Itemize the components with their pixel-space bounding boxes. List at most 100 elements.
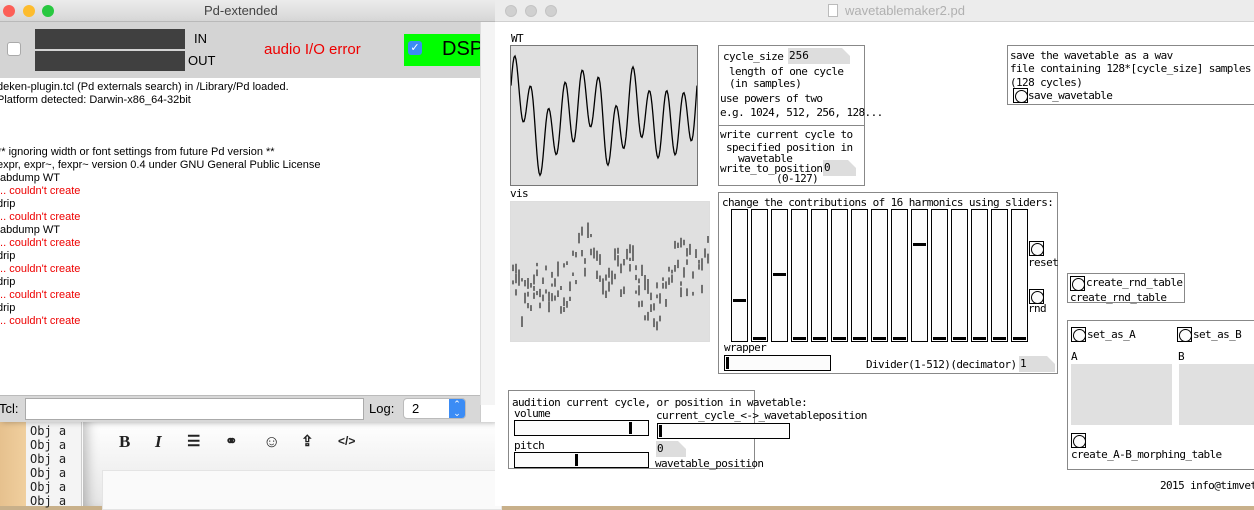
slider-knob[interactable] <box>933 337 946 340</box>
write-to-position-number[interactable]: 0 <box>823 160 856 176</box>
divider-number[interactable]: 1 <box>1019 356 1055 372</box>
wavetable-position-number[interactable]: 0 <box>656 441 686 457</box>
pitch-label: pitch <box>514 439 545 452</box>
reset-label: reset <box>1028 256 1059 269</box>
harmonic-slider-3[interactable] <box>771 209 788 342</box>
harmonic-slider-9[interactable] <box>891 209 908 342</box>
obj-line: Obj a <box>30 438 67 452</box>
italic-icon[interactable]: I <box>155 432 162 452</box>
tcl-input[interactable] <box>25 398 364 420</box>
background-obj-list: Obj a Obj a Obj a Obj a Obj a Obj a <box>26 422 82 508</box>
slider-knob[interactable] <box>893 337 906 340</box>
slider-knob[interactable] <box>833 337 846 340</box>
slider-knob[interactable] <box>628 422 632 434</box>
pitch-slider[interactable] <box>514 452 649 468</box>
resize-grip-icon[interactable] <box>480 405 495 422</box>
background-editor: B I ☰ ⚭ ☺ ⇪ </> <box>83 422 502 510</box>
harmonic-slider-6[interactable] <box>831 209 848 342</box>
console-line: ... couldn't create <box>0 289 81 301</box>
slider-knob[interactable] <box>813 337 826 340</box>
vis-plot <box>512 222 709 331</box>
emoji-icon[interactable]: ☺ <box>263 432 280 452</box>
position-slider[interactable] <box>657 423 790 439</box>
in-label: IN <box>194 31 207 46</box>
harmonic-slider-11[interactable] <box>931 209 948 342</box>
audio-meter-checkbox[interactable] <box>7 42 21 56</box>
close-button[interactable] <box>3 5 15 17</box>
harmonic-slider-8[interactable] <box>871 209 888 342</box>
console-log: deken-plugin.tcl (Pd externals search) i… <box>0 78 480 395</box>
harmonic-slider-10[interactable] <box>911 209 928 342</box>
slider-knob[interactable] <box>973 337 986 340</box>
console-line: drip <box>0 276 16 288</box>
harmonic-slider-12[interactable] <box>951 209 968 342</box>
harmonic-slider-5[interactable] <box>811 209 828 342</box>
select-arrows-icon: ⌃ ⌄ <box>449 399 465 418</box>
minimize-button[interactable] <box>525 5 537 17</box>
reset-bang[interactable] <box>1029 241 1044 256</box>
set-as-a-label: set_as_A <box>1087 328 1136 341</box>
slider-knob[interactable] <box>793 337 806 340</box>
editor-textarea[interactable] <box>102 470 502 510</box>
slider-knob[interactable] <box>953 337 966 340</box>
console-line: drip <box>0 302 16 314</box>
console-line: drip <box>0 198 16 210</box>
console-line: Platform detected: Darwin-x86_64-32bit <box>0 94 191 106</box>
code-icon[interactable]: </> <box>338 434 355 448</box>
log-level-select[interactable]: 2 ⌃ ⌄ <box>403 398 466 419</box>
link-icon[interactable]: ⚭ <box>225 432 238 450</box>
slider-knob[interactable] <box>993 337 1006 340</box>
save-wavetable-bang[interactable] <box>1013 88 1028 103</box>
volume-slider[interactable] <box>514 420 649 436</box>
set-as-b-bang[interactable] <box>1177 327 1192 342</box>
close-button[interactable] <box>505 5 517 17</box>
slider-knob[interactable] <box>913 242 926 246</box>
wrapper-slider[interactable] <box>724 355 831 371</box>
slider-knob[interactable] <box>773 272 786 276</box>
create-morph-bang[interactable] <box>1071 433 1086 448</box>
harmonic-slider-14[interactable] <box>991 209 1008 342</box>
zoom-button[interactable] <box>42 5 54 17</box>
console-line: ... couldn't create <box>0 185 81 197</box>
slider-knob[interactable] <box>853 337 866 340</box>
console-scrollbar[interactable] <box>480 22 495 422</box>
zoom-button[interactable] <box>545 5 557 17</box>
cycle-size-panel: cycle_size 256 length of one cycle (in s… <box>718 45 883 126</box>
harmonic-slider-2[interactable] <box>751 209 768 342</box>
pd-main-window: Pd-extended IN OUT audio I/O error ✓ DSP… <box>0 0 495 422</box>
cycle-desc: use powers of two <box>720 92 823 105</box>
harmonic-slider-4[interactable] <box>791 209 808 342</box>
rnd-table-panel: create_rnd_table create_rnd_table <box>1067 273 1185 304</box>
dsp-toggle[interactable]: ✓ DSP <box>404 34 483 66</box>
dsp-checkbox-check-icon[interactable]: ✓ <box>408 41 422 55</box>
slider-knob[interactable] <box>733 299 746 303</box>
bold-icon[interactable]: B <box>119 432 130 452</box>
console-line: drip <box>0 250 16 262</box>
vis-graph[interactable] <box>510 201 710 342</box>
harmonic-slider-7[interactable] <box>851 209 868 342</box>
upload-icon[interactable]: ⇪ <box>301 432 314 450</box>
slider-knob[interactable] <box>753 337 766 340</box>
harmonic-slider-15[interactable] <box>1011 209 1028 342</box>
console-line: ** ignoring width or font settings from … <box>0 146 275 158</box>
table-a-graph[interactable] <box>1071 364 1172 425</box>
slider-knob[interactable] <box>726 357 729 369</box>
slider-knob[interactable] <box>574 454 578 466</box>
slider-knob[interactable] <box>1013 337 1026 340</box>
set-as-a-bang[interactable] <box>1071 327 1086 342</box>
footer-credit: 2015 info@timvet <box>1160 479 1254 492</box>
log-label: Log: <box>369 401 395 416</box>
slider-knob[interactable] <box>659 425 662 437</box>
a-label: A <box>1071 350 1078 363</box>
audio-error-text: audio I/O error <box>264 41 361 58</box>
cycle-size-number[interactable]: 256 <box>788 48 850 64</box>
table-b-graph[interactable] <box>1179 364 1254 425</box>
create-rnd-table-bang[interactable] <box>1070 276 1085 291</box>
minimize-button[interactable] <box>23 5 35 17</box>
list-icon[interactable]: ☰ <box>187 432 200 450</box>
harmonic-slider-1[interactable] <box>731 209 748 342</box>
harmonic-slider-13[interactable] <box>971 209 988 342</box>
wt-graph[interactable] <box>510 45 698 186</box>
slider-knob[interactable] <box>873 337 886 340</box>
